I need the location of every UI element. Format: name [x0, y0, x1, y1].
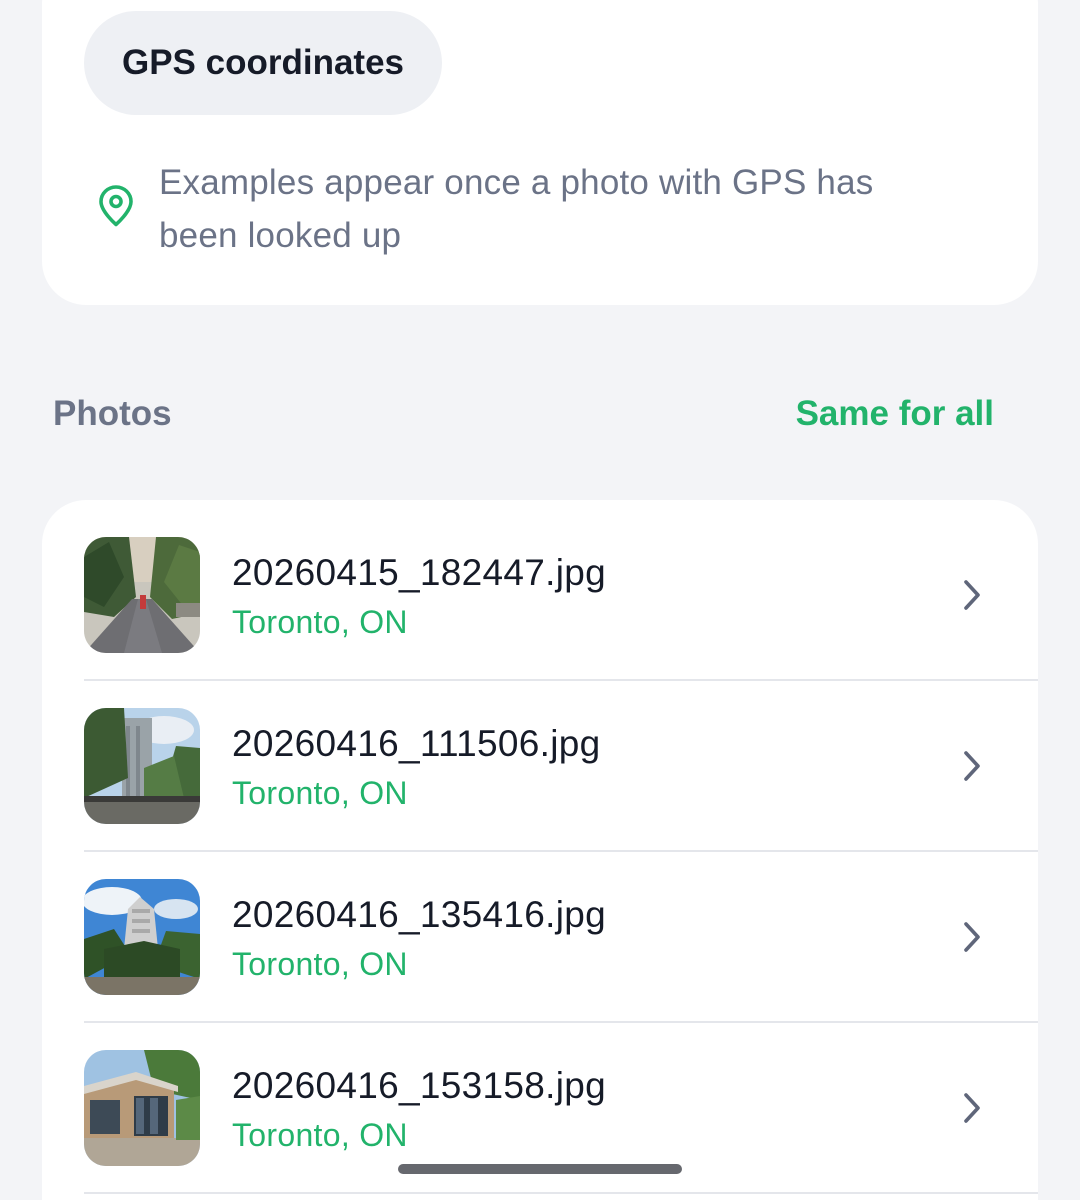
photo-thumbnail [84, 708, 200, 824]
same-for-all-button[interactable]: Same for all [796, 394, 994, 434]
chevron-right-icon [964, 1093, 980, 1123]
photo-location: Toronto, ON [232, 604, 408, 640]
photo-filename: 20260416_111506.jpg [232, 723, 601, 764]
photo-location: Toronto, ON [232, 775, 408, 811]
chevron-right-icon [964, 751, 980, 781]
photo-filename: 20260415_182447.jpg [232, 552, 607, 593]
gps-coordinates-chip[interactable]: GPS coordinates [84, 11, 442, 115]
chevron-right-icon [964, 580, 980, 610]
photo-filename: 20260416_153158.jpg [232, 1065, 607, 1106]
divider [84, 1192, 1038, 1194]
photos-section-title: Photos [53, 394, 172, 433]
photo-location: Toronto, ON [232, 946, 408, 982]
photo-filename: 20260416_135416.jpg [232, 894, 607, 935]
photo-thumbnail [84, 537, 200, 653]
photo-thumbnail [84, 1050, 200, 1166]
photo-row[interactable]: 20260416_111506.jpg Toronto, ON [42, 671, 1038, 842]
gps-hint-text: Examples appear once a photo with GPS ha… [159, 163, 874, 255]
chevron-right-icon [964, 922, 980, 952]
photo-list: 20260415_182447.jpg Toronto, ON 20260416… [42, 500, 1038, 1200]
gps-hint: Examples appear once a photo with GPS ha… [96, 156, 956, 266]
photo-row[interactable]: 20260416_135416.jpg Toronto, ON [42, 842, 1038, 1013]
screen: GPS coordinates Examples appear once a p… [0, 0, 1080, 1200]
home-indicator[interactable] [398, 1164, 682, 1174]
location-pin-icon [99, 185, 133, 227]
photo-row[interactable]: 20260416_153158.jpg Toronto, ON [42, 1013, 1038, 1184]
photo-row[interactable]: 20260415_182447.jpg Toronto, ON [42, 500, 1038, 671]
photo-thumbnail [84, 879, 200, 995]
photo-location: Toronto, ON [232, 1117, 408, 1153]
